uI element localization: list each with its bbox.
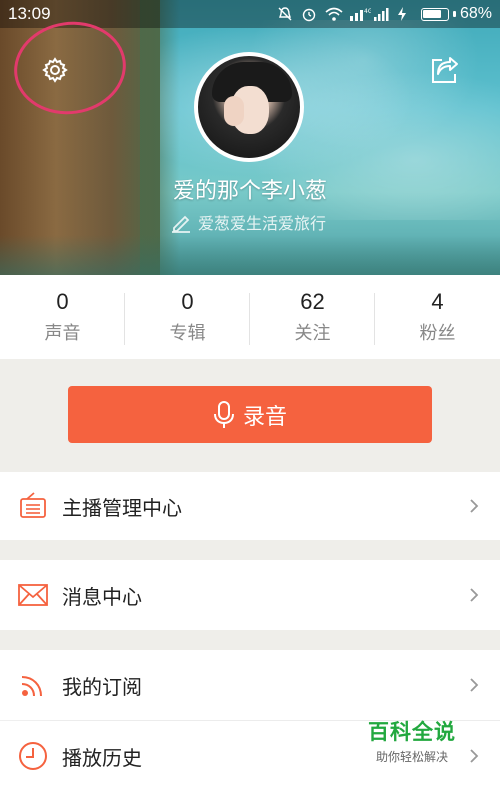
stat-value: 4 — [431, 289, 444, 314]
stat-value: 62 — [300, 289, 325, 314]
menu-item-anchor-center[interactable]: 主播管理中心 — [0, 472, 500, 540]
section-gap — [0, 630, 500, 650]
stat-label: 声音 — [44, 323, 81, 344]
alarm-icon — [301, 6, 317, 22]
watermark-logo: 百科全说 助你轻松解决 — [356, 712, 468, 768]
wifi-icon — [325, 6, 343, 22]
stat-sounds[interactable]: 0 声音 — [0, 275, 125, 359]
menu-item-label: 我的订阅 — [62, 674, 142, 699]
bio-text: 爱葱爱生活爱旅行 — [198, 214, 327, 233]
chevron-right-icon — [466, 587, 482, 603]
rss-icon — [16, 668, 50, 702]
avatar[interactable] — [194, 52, 304, 162]
share-button[interactable] — [424, 50, 464, 90]
menu-item-label: 主播管理中心 — [62, 495, 182, 520]
username: 爱的那个李小葱 — [172, 179, 327, 204]
stat-albums[interactable]: 0 专辑 — [125, 275, 250, 359]
battery-icon — [420, 7, 449, 21]
microphone-icon — [213, 400, 234, 428]
mute-icon — [277, 6, 293, 22]
battery-indicator: 68% — [420, 5, 492, 23]
stats-bar: 0 声音 0 专辑 62 关注 4 粉丝 — [0, 275, 500, 359]
charging-icon — [397, 6, 413, 22]
stat-followers[interactable]: 4 粉丝 — [375, 275, 500, 359]
section-gap — [0, 540, 500, 560]
menu-item-subscriptions[interactable]: 我的订阅 — [0, 650, 500, 720]
settings-button[interactable] — [30, 45, 80, 95]
header-background-ground — [0, 235, 500, 275]
stat-label: 粉丝 — [419, 323, 456, 344]
menu-item-label: 消息中心 — [62, 584, 142, 609]
signal-4g-icon: 4G — [349, 6, 373, 22]
chevron-right-icon — [466, 748, 482, 764]
signal-bars-icon — [373, 6, 389, 22]
battery-percent: 68% — [459, 5, 492, 22]
status-time: 13:09 — [8, 4, 51, 23]
stat-label: 关注 — [294, 323, 331, 344]
bio-row[interactable]: 爱葱爱生活爱旅行 — [170, 210, 326, 234]
share-icon — [432, 57, 458, 83]
stat-following[interactable]: 62 关注 — [250, 275, 375, 359]
envelope-icon — [16, 578, 50, 612]
radio-icon — [16, 489, 50, 523]
profile-screen: 13:09 4G 68% 爱的那个李小葱 爱葱爱生活爱旅行 0 声音 0 专辑 … — [0, 0, 500, 791]
status-icons: 4G 68% — [277, 5, 492, 23]
profile-header: 13:09 4G 68% 爱的那个李小葱 爱葱爱生活爱旅行 — [0, 0, 500, 275]
record-area: 录音 — [0, 359, 500, 472]
chevron-right-icon — [466, 498, 482, 514]
chevron-right-icon — [466, 677, 482, 693]
watermark-title: 百科全说 — [368, 719, 456, 744]
stat-value: 0 — [181, 289, 194, 314]
stat-label: 专辑 — [169, 323, 206, 344]
menu-item-messages[interactable]: 消息中心 — [0, 560, 500, 630]
clock-icon — [16, 739, 50, 773]
stat-value: 0 — [56, 289, 69, 314]
menu-item-label: 播放历史 — [62, 745, 142, 770]
pencil-icon — [172, 215, 190, 233]
record-button[interactable]: 录音 — [68, 386, 432, 443]
gear-icon — [42, 57, 68, 83]
watermark-subtitle: 助你轻松解决 — [375, 749, 448, 764]
network-type-label: 4G — [364, 8, 371, 15]
record-label: 录音 — [242, 404, 287, 430]
